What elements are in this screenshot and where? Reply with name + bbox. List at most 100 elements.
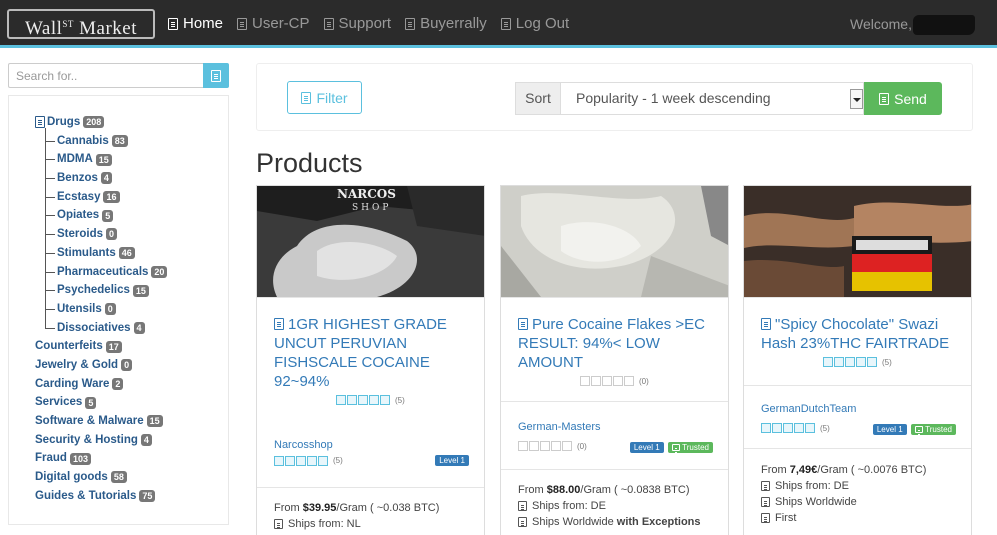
category-list: Drugs 208 Cannabis 83 MDMA 15 Benzos 4 Ecstasy 1… xyxy=(35,113,168,505)
count-badge: 5 xyxy=(85,396,97,409)
vendor-link[interactable]: GermanDutchTeam xyxy=(761,403,956,415)
price-block: From 7,49€/Gram ( ~0.0076 BTC) Ships fro… xyxy=(761,464,926,524)
nav-support[interactable]: Support xyxy=(323,15,391,32)
category-item[interactable]: Guides & Tutorials 75 xyxy=(35,487,167,506)
product-icon xyxy=(274,318,284,330)
star-icon xyxy=(318,455,328,466)
nav-logout[interactable]: Log Out xyxy=(500,15,570,32)
count-badge: 16 xyxy=(103,191,120,204)
vendor-link[interactable]: German-Masters xyxy=(518,421,713,433)
buyerrally-icon xyxy=(405,17,416,30)
product-title[interactable]: Pure Cocaine Flakes >EC RESULT: 94%< LOW… xyxy=(518,315,718,372)
sort-value: Popularity - 1 week descending xyxy=(576,90,771,106)
category-label: Digital goods xyxy=(35,471,108,484)
rating-count: (0) xyxy=(639,376,649,386)
brand-logo[interactable]: WallST Market xyxy=(7,9,155,39)
nav-home[interactable]: Home xyxy=(168,15,223,32)
price-suffix: /Gram ( ~0.038 BTC) xyxy=(336,502,440,514)
search-input[interactable] xyxy=(8,63,203,88)
category-item[interactable]: Dissociatives 4 xyxy=(35,319,167,338)
price-line: From $88.00/Gram ( ~0.0838 BTC) xyxy=(518,484,701,496)
category-item[interactable]: Software & Malware 15 xyxy=(35,412,167,431)
category-item[interactable]: Counterfeits 17 xyxy=(35,337,167,356)
count-badge: 103 xyxy=(69,452,91,465)
ships-from-text: Ships from: DE xyxy=(532,500,606,512)
star-icon xyxy=(856,357,866,367)
category-item[interactable]: Benzos 4 xyxy=(35,169,167,188)
level-badge: Level 1 xyxy=(629,442,664,453)
search-button[interactable] xyxy=(203,63,229,88)
shipping-icon xyxy=(761,513,770,523)
category-item[interactable]: MDMA 15 xyxy=(35,150,167,169)
category-item[interactable]: Fraud 103 xyxy=(35,449,167,468)
star-icon xyxy=(518,441,528,451)
category-item[interactable]: Services 5 xyxy=(35,393,167,412)
count-badge: 20 xyxy=(151,265,168,278)
star-icon xyxy=(591,376,601,386)
star-icon xyxy=(529,441,539,451)
drug-subcategories: Cannabis 83 MDMA 15 Benzos 4 Ecstasy 16 Opiates 5… xyxy=(35,127,168,338)
nav-user-cp-label: User-CP xyxy=(252,15,310,32)
category-item[interactable]: Digital goods 58 xyxy=(35,468,167,487)
star-icon xyxy=(845,357,855,367)
trusted-label: Trusted xyxy=(925,425,952,434)
other-categories: Counterfeits 17 Jewelry & Gold 0 Carding War… xyxy=(35,337,167,505)
price-block: From $88.00/Gram ( ~0.0838 BTC) Ships fr… xyxy=(518,484,701,528)
category-item[interactable]: Cannabis 83 xyxy=(35,132,167,151)
star-icon xyxy=(823,357,833,367)
count-badge: 0 xyxy=(104,303,116,316)
category-item[interactable]: Pharmaceuticals 20 xyxy=(35,263,168,282)
image-divider xyxy=(501,297,728,298)
category-item[interactable]: Carding Ware 2 xyxy=(35,375,167,394)
category-item[interactable]: Opiates 5 xyxy=(35,206,167,225)
nav-buyerrally[interactable]: Buyerrally xyxy=(405,15,487,32)
trusted-label: Trusted xyxy=(682,443,709,452)
star-icon xyxy=(347,395,357,405)
product-image[interactable] xyxy=(501,186,728,297)
category-item[interactable]: Ecstasy 16 xyxy=(35,188,167,207)
product-title-text: "Spicy Chocolate" Swazi Hash 23%THC FAIR… xyxy=(761,316,950,352)
card-divider xyxy=(744,448,971,449)
star-icon xyxy=(783,423,793,433)
brand-sup: ST xyxy=(62,19,74,29)
category-item[interactable]: Security & Hosting 4 xyxy=(35,431,167,450)
trusted-icon xyxy=(672,444,681,451)
dropdown-caret-icon[interactable] xyxy=(850,89,863,109)
category-item[interactable]: Stimulants 46 xyxy=(35,244,167,263)
product-title-text: Pure Cocaine Flakes >EC RESULT: 94%< LOW… xyxy=(518,316,705,371)
vendor-rating: (5) xyxy=(761,423,830,433)
count-badge: 15 xyxy=(132,284,149,297)
category-item[interactable]: Utensils 0 xyxy=(35,300,167,319)
product-body: Pure Cocaine Flakes >EC RESULT: 94%< LOW… xyxy=(518,315,718,386)
filter-icon xyxy=(301,91,312,104)
sort-select[interactable]: Popularity - 1 week descending xyxy=(561,82,864,115)
star-icon xyxy=(602,376,612,386)
category-label: Benzos xyxy=(57,172,98,185)
send-button[interactable]: Send xyxy=(864,82,942,115)
category-item[interactable]: Steroids 0 xyxy=(35,225,167,244)
product-image[interactable]: NARCOS SHOP xyxy=(257,186,484,297)
star-icon xyxy=(613,376,623,386)
category-item[interactable]: Jewelry & Gold 0 xyxy=(35,356,167,375)
filter-button[interactable]: Filter xyxy=(287,81,362,114)
product-title[interactable]: 1GR HIGHEST GRADE UNCUT PERUVIAN FISHSCA… xyxy=(274,315,474,391)
count-badge: 4 xyxy=(133,321,145,334)
category-item[interactable]: Psychedelics 15 xyxy=(35,281,167,300)
star-icon xyxy=(307,455,317,466)
vendor-link[interactable]: Narcosshop xyxy=(274,439,469,451)
product-title[interactable]: "Spicy Chocolate" Swazi Hash 23%THC FAIR… xyxy=(761,315,961,353)
nav-user-cp[interactable]: User-CP xyxy=(237,15,310,32)
nav-buyerrally-label: Buyerrally xyxy=(420,15,487,32)
image-text-narcos: NARCOS xyxy=(337,187,396,201)
count-badge: 5 xyxy=(102,209,114,222)
ships-to-icon xyxy=(761,497,770,507)
category-drugs[interactable]: Drugs 208 xyxy=(35,113,167,132)
product-image[interactable] xyxy=(744,186,971,297)
nav-home-label: Home xyxy=(183,15,224,32)
count-badge: 83 xyxy=(111,135,128,148)
star-icon xyxy=(761,423,771,433)
nav-logout-label: Log Out xyxy=(515,15,570,32)
count-badge: 15 xyxy=(95,153,112,166)
star-icon xyxy=(834,357,844,367)
category-label: Jewelry & Gold xyxy=(35,358,119,371)
